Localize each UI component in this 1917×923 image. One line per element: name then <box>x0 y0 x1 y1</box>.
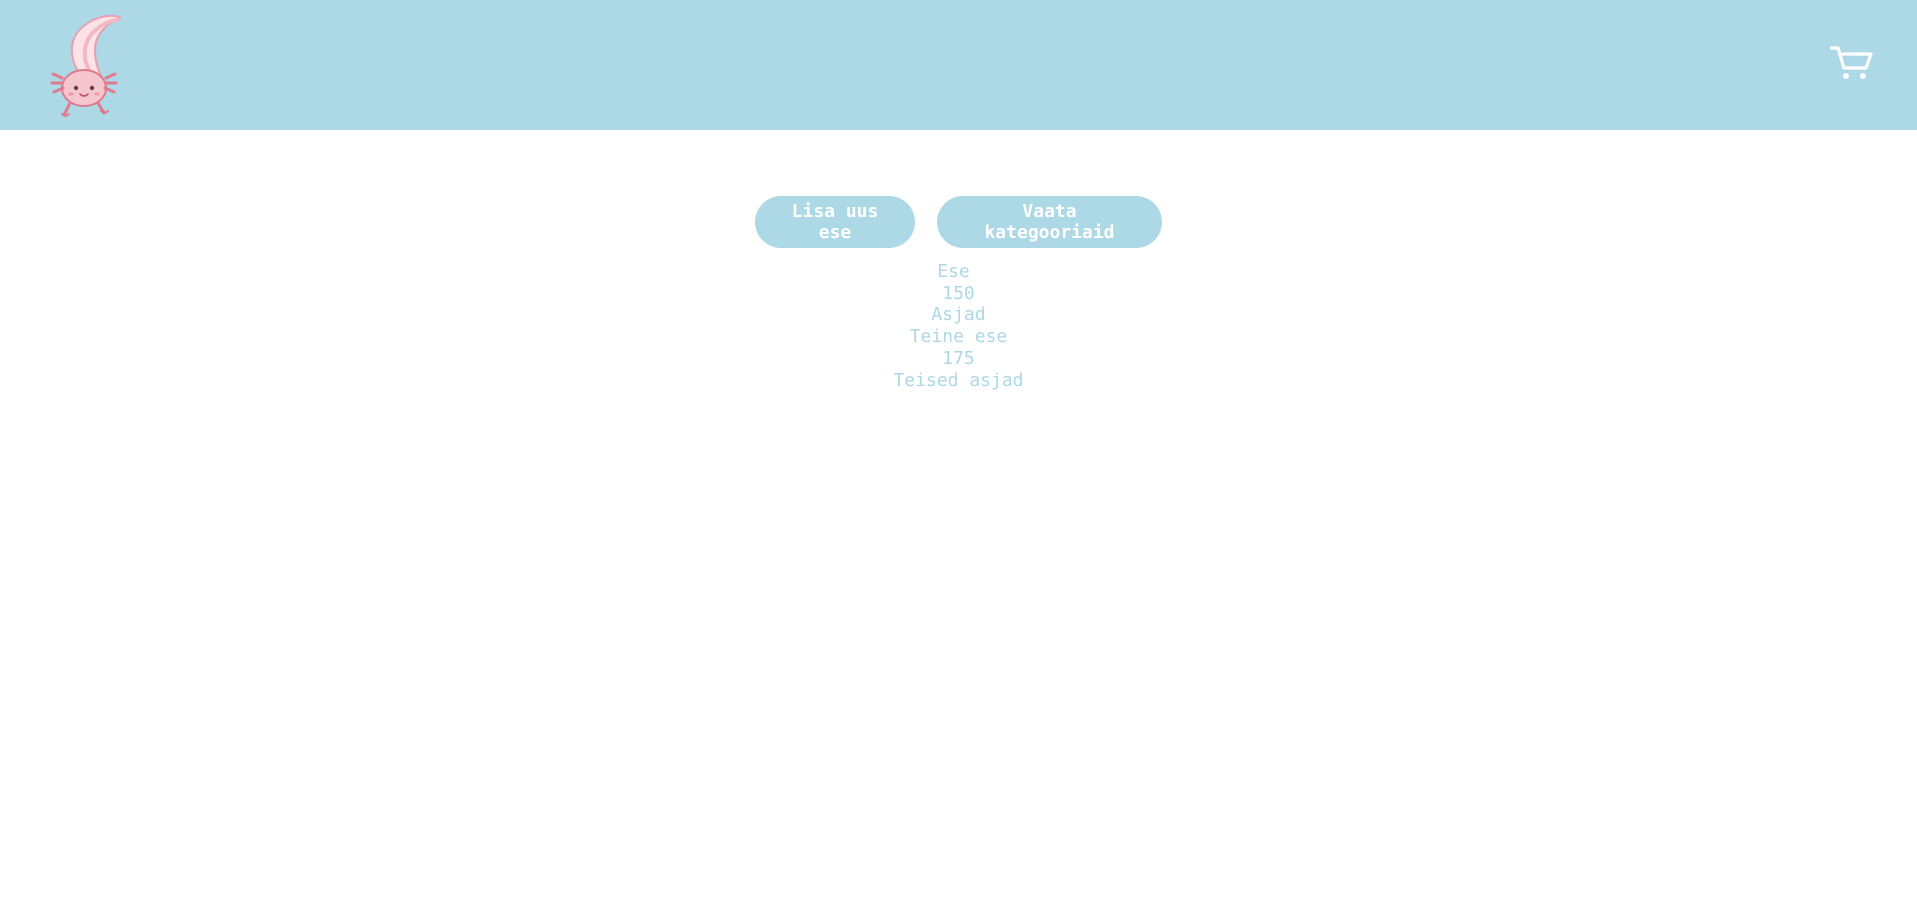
item-price: 175 <box>942 347 975 369</box>
list-item: Ese 150 Asjad <box>0 261 1917 326</box>
site-header <box>0 0 1917 130</box>
axolotl-logo-icon[interactable] <box>40 10 130 118</box>
item-price: 150 <box>942 282 975 304</box>
list-item: Teine ese 175 Teised asjad <box>0 326 1917 391</box>
view-categories-button[interactable]: Vaata kategooriaid <box>937 196 1162 248</box>
add-item-button[interactable]: Lisa uus ese <box>755 196 915 248</box>
item-name: Ese <box>937 261 970 282</box>
action-bar: Lisa uus ese Vaata kategooriaid <box>0 196 1917 248</box>
item-list: Ese 150 Asjad Teine ese 175 Teised asjad <box>0 261 1917 391</box>
item-category: Asjad <box>931 304 986 326</box>
item-name: Teine ese <box>909 326 1008 348</box>
shopping-cart-icon[interactable] <box>1830 44 1874 82</box>
item-category: Teised asjad <box>893 369 1024 391</box>
